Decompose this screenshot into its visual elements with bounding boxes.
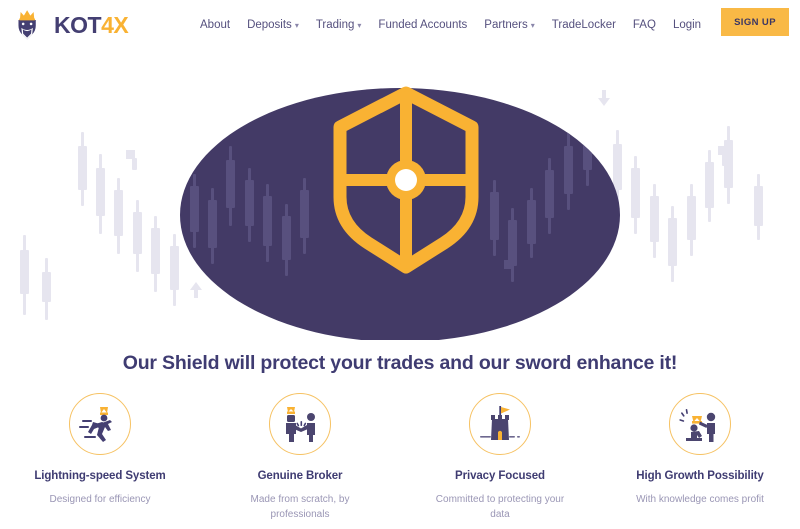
site-logo[interactable]: KOT4X: [12, 7, 129, 43]
logo-text-accent: 4X: [101, 11, 129, 38]
feature-description: Made from scratch, by professionals: [250, 494, 350, 520]
handshake-king-icon: [286, 407, 315, 442]
main-navigation: About Deposits ▾ Trading ▾ Funded Accoun…: [200, 0, 701, 50]
nav-label: Deposits: [247, 19, 292, 31]
feature-icon-circle: [269, 393, 331, 455]
coronation-icon: [679, 409, 716, 442]
nav-item-about[interactable]: About: [200, 19, 230, 31]
nav-item-deposits[interactable]: Deposits ▾: [247, 19, 299, 31]
feature-title: Privacy Focused: [455, 470, 545, 482]
feature-icon-circle: [469, 393, 531, 455]
nav-item-partners[interactable]: Partners ▾: [484, 19, 534, 31]
feature-high-growth-possibility: High Growth Possibility With knowledge c…: [600, 393, 800, 522]
feature-icon-circle: [69, 393, 131, 455]
running-king-icon: [79, 407, 112, 442]
nav-label: Trading: [315, 19, 355, 31]
logo-wordmark: KOT4X: [54, 11, 129, 38]
feature-description: Committed to protecting your data: [435, 494, 565, 520]
feature-title: Lightning-speed System: [34, 470, 166, 482]
shield-with-cross-icon: [333, 86, 479, 274]
chevron-down-icon: ▾: [530, 21, 535, 30]
sign-up-button[interactable]: SIGN UP: [721, 8, 789, 36]
nav-label: TradeLocker: [551, 19, 616, 31]
king-head-icon: [18, 10, 36, 40]
landing-page: KOT4X About Deposits ▾ Trading ▾ Funded …: [0, 0, 800, 529]
chevron-down-icon: ▾: [357, 21, 362, 30]
feature-lightning-speed-system: Lightning-speed System Designed for effi…: [0, 393, 200, 522]
site-header: KOT4X About Deposits ▾ Trading ▾ Funded …: [0, 0, 800, 50]
nav-item-login[interactable]: Login: [673, 19, 701, 31]
page-headline: Our Shield will protect your trades and …: [122, 352, 678, 374]
candles-right-outer: [613, 126, 763, 282]
chevron-down-icon: ▾: [294, 21, 299, 30]
feature-genuine-broker: Genuine Broker Made from scratch, by pro…: [200, 393, 400, 522]
feature-privacy-focused: Privacy Focused Committed to protecting …: [400, 393, 600, 522]
nav-label: Funded Accounts: [378, 19, 468, 31]
feature-title: High Growth Possibility: [636, 470, 764, 482]
nav-item-tradelocker[interactable]: TradeLocker: [552, 19, 616, 31]
feature-title: Genuine Broker: [257, 470, 343, 482]
nav-label: About: [200, 19, 231, 31]
nav-item-funded-accounts[interactable]: Funded Accounts: [378, 19, 467, 31]
nav-label: Partners: [484, 19, 528, 31]
hero-section: [0, 50, 800, 340]
features-row: Lightning-speed System Designed for effi…: [0, 393, 800, 522]
nav-label: FAQ: [632, 19, 656, 31]
candles-left-outer: [20, 132, 179, 320]
feature-description: Designed for efficiency: [49, 494, 151, 505]
nav-item-trading[interactable]: Trading ▾: [316, 19, 362, 31]
feature-description: With knowledge comes profit: [636, 494, 764, 505]
castle-tower-flag-icon: [480, 406, 520, 440]
nav-label: Login: [672, 19, 702, 31]
nav-item-faq[interactable]: FAQ: [633, 19, 656, 31]
feature-icon-circle: [669, 393, 731, 455]
logo-text-primary: KOT: [54, 11, 102, 38]
